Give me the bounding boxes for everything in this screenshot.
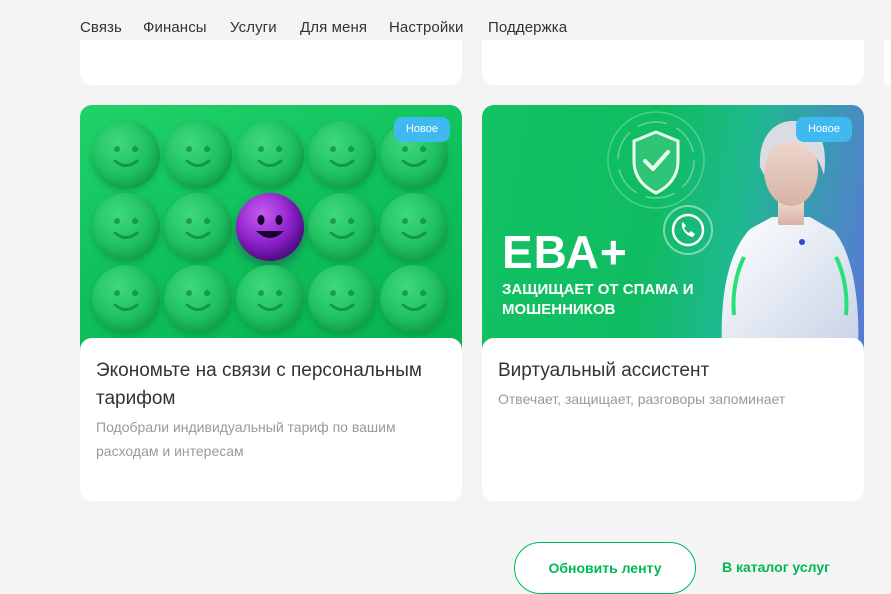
green-smiley-icon	[164, 265, 232, 333]
offer-card-virtual-assistant[interactable]: ЕВА+ ЗАЩИЩАЕТ ОТ СПАМА И МОШЕННИКОВ Ново…	[482, 105, 864, 501]
tab-finance[interactable]: Финансы	[143, 19, 207, 36]
new-badge: Новое	[393, 117, 450, 142]
previous-card-fragment[interactable]	[884, 40, 891, 85]
green-smiley-icon	[380, 265, 448, 333]
card-body: Экономьте на связи с персональным тарифо…	[80, 338, 462, 501]
green-smiley-icon	[164, 193, 232, 261]
services-catalog-link[interactable]: В каталог услуг	[722, 559, 830, 575]
tab-support[interactable]: Поддержка	[488, 19, 567, 36]
green-smiley-icon	[92, 265, 160, 333]
card-description: Отвечает, защищает, разговоры запоминает	[498, 391, 786, 407]
card-description: Подобрали индивидуальный тариф по вашим …	[96, 419, 396, 459]
card-body: Виртуальный ассистент Отвечает, защищает…	[482, 338, 864, 501]
smiley-grid-image: Новое	[80, 105, 462, 351]
green-smiley-icon	[380, 193, 448, 261]
tab-communication[interactable]: Связь	[80, 19, 122, 36]
tab-for-me[interactable]: Для меня	[300, 19, 368, 45]
assistant-banner-image: ЕВА+ ЗАЩИЩАЕТ ОТ СПАМА И МОШЕННИКОВ Ново…	[482, 105, 864, 351]
previous-card-fragment[interactable]	[482, 40, 864, 85]
purple-smiley-icon	[236, 193, 304, 261]
new-badge: Новое	[795, 117, 852, 142]
green-smiley-icon	[236, 265, 304, 333]
green-smiley-icon	[236, 121, 304, 189]
banner-headline: ЕВА+	[502, 226, 628, 278]
banner-subline: ЗАЩИЩАЕТ ОТ СПАМА И МОШЕННИКОВ	[502, 281, 694, 318]
green-smiley-icon	[92, 193, 160, 261]
tab-services[interactable]: Услуги	[230, 19, 277, 36]
refresh-feed-button[interactable]: Обновить ленту	[514, 542, 696, 594]
green-smiley-icon	[308, 121, 376, 189]
green-smiley-icon	[164, 121, 232, 189]
offer-card-personal-tariff[interactable]: Новое Экономьте на связи с персональным …	[80, 105, 462, 501]
green-smiley-icon	[92, 121, 160, 189]
green-smiley-icon	[308, 193, 376, 261]
card-title: Экономьте на связи с персональным тарифо…	[96, 360, 422, 409]
card-title: Виртуальный ассистент	[498, 360, 710, 381]
previous-card-fragment[interactable]	[80, 40, 462, 85]
green-smiley-icon	[308, 265, 376, 333]
tab-settings[interactable]: Настройки	[389, 19, 463, 36]
